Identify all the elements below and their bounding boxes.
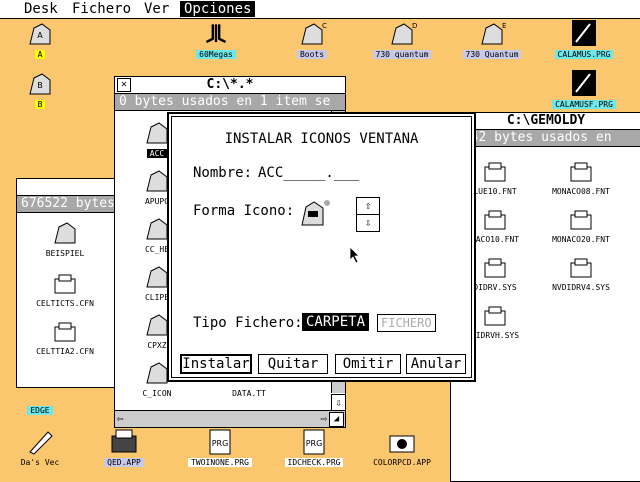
dasvec-label: Da's Vec	[20, 458, 60, 467]
arrow-down-icon[interactable]: ⇩	[356, 214, 380, 232]
nombre-label: Nombre:	[193, 165, 253, 181]
window-left-title[interactable]	[17, 179, 117, 196]
dasvec-icon[interactable]: Da's Vec	[0, 428, 80, 468]
calamusf-icon[interactable]: CALAMUSF.PRG	[544, 70, 624, 110]
window-mid-title[interactable]: C:\*.*	[115, 77, 345, 94]
menu-opciones[interactable]: Opciones	[180, 1, 256, 17]
colorpcd-icon[interactable]: COLORPCD.APP	[362, 428, 442, 468]
drive-a-icon[interactable]: A A	[0, 20, 80, 60]
instalar-button[interactable]: Instalar	[180, 354, 252, 374]
list-item[interactable]: MONACO08.FNT	[543, 159, 619, 199]
camera-icon	[389, 435, 415, 453]
forma-icono-label: Forma Icono:	[193, 203, 295, 219]
list-item[interactable]: MONACO20.FNT	[543, 207, 619, 247]
atari-logo-icon	[205, 24, 227, 44]
svg-text:A: A	[37, 31, 43, 40]
anular-button[interactable]: Anular	[406, 354, 466, 374]
svg-text:C: C	[322, 22, 327, 30]
window-right[interactable]: C:\GEMOLDY 8042 bytes usados en LUE10.FN…	[450, 112, 640, 482]
document-icon	[484, 162, 506, 182]
fichero-option[interactable]: FICHERO	[377, 314, 436, 332]
window-right-title[interactable]: C:\GEMOLDY	[451, 113, 640, 130]
drive-b-label: B	[34, 100, 46, 109]
window-left[interactable]: 676522 bytes BEISPIEL CELTICTS.CFN CELTT…	[16, 178, 118, 388]
svg-text:PRG: PRG	[212, 439, 229, 448]
list-item[interactable]: CELTICTS.CFN	[27, 271, 103, 311]
tipo-fichero-label: Tipo Fichero:	[193, 315, 303, 331]
window-right-info: 8042 bytes usados en	[451, 130, 640, 147]
menu-ver[interactable]: Ver	[140, 1, 173, 17]
program-icon: PRG	[303, 429, 325, 455]
carpeta-option[interactable]: CARPETA	[302, 313, 370, 331]
menu-bar: Desk Fichero Ver Opciones	[0, 0, 640, 19]
idcheck-label: IDCHECK.PRG	[284, 458, 344, 467]
qed-icon[interactable]: QED.APP	[84, 428, 164, 468]
resize-icon[interactable]: ◢	[329, 412, 344, 427]
menu-fichero[interactable]: Fichero	[68, 1, 135, 17]
drive-a-label: A	[34, 50, 46, 59]
calamus-app-icon	[572, 20, 596, 46]
atari-drive-label: 60Megas	[196, 50, 236, 59]
svg-text:PRG: PRG	[306, 439, 323, 448]
dialog-frame: INSTALAR ICONOS VENTANA Nombre: ACC_____…	[171, 116, 472, 378]
calamus-label: CALAMUS.PRG	[554, 50, 614, 59]
horizontal-scrollbar[interactable]: ⇦ ⇨ ◢	[115, 410, 345, 427]
window-mid-info: 0 bytes usados en 1 item se	[115, 94, 345, 111]
quitar-button[interactable]: Quitar	[258, 354, 328, 374]
qed-label: QED.APP	[104, 458, 144, 467]
document-icon	[570, 210, 592, 230]
scroll-down-icon[interactable]: ⇩	[331, 394, 345, 411]
dialog-title: INSTALAR ICONOS VENTANA	[224, 131, 419, 147]
drive-icon: C	[301, 22, 327, 45]
idcheck-icon[interactable]: PRG IDCHECK.PRG	[274, 428, 354, 468]
twoinone-icon[interactable]: PRG TWOINONE.PRG	[180, 428, 260, 468]
close-icon[interactable]: ✕	[117, 78, 131, 92]
document-icon	[570, 162, 592, 182]
svg-text:E: E	[502, 22, 506, 30]
list-item[interactable]: CELTTIA2.CFN	[27, 319, 103, 359]
drive-icon	[54, 222, 76, 244]
document-icon	[484, 258, 506, 278]
drive-icon: A	[29, 23, 51, 45]
calamusf-label: CALAMUSF.PRG	[552, 100, 616, 109]
svg-text:B: B	[37, 81, 43, 90]
drive-icon: D	[391, 22, 417, 45]
scroll-right-icon[interactable]: ⇨	[320, 411, 327, 427]
pen-tool-icon	[29, 431, 53, 455]
atari-drive-icon[interactable]: 60Megas	[176, 20, 256, 60]
drive-e-icon[interactable]: E 730 Quantum	[452, 20, 532, 60]
drive-c-icon[interactable]: C Boots	[272, 20, 352, 60]
typewriter-icon	[111, 429, 137, 453]
drive-b-icon[interactable]: B B	[0, 70, 80, 110]
calamus-icon[interactable]: CALAMUS.PRG	[544, 20, 624, 60]
menu-desk[interactable]: Desk	[20, 1, 62, 17]
edge-label: EDGE	[27, 406, 53, 415]
document-icon	[484, 210, 506, 230]
nombre-field[interactable]: ACC_____.___	[258, 165, 359, 181]
install-icons-dialog: INSTALAR ICONOS VENTANA Nombre: ACC_____…	[167, 112, 476, 382]
drive-d-label: 730 quantum	[372, 50, 432, 59]
scroll-left-icon[interactable]: ⇦	[117, 411, 124, 427]
twoinone-label: TWOINONE.PRG	[188, 458, 252, 467]
colorpcd-label: COLORPCD.APP	[373, 458, 431, 467]
program-icon: PRG	[209, 429, 231, 455]
drive-e-label: 730 Quantum	[462, 50, 522, 59]
window-left-info: 676522 bytes	[17, 196, 117, 213]
svg-text:D: D	[412, 22, 417, 30]
list-item[interactable]: BEISPIEL	[27, 221, 103, 261]
list-item[interactable]: NVDIDRV4.SYS	[543, 255, 619, 295]
document-icon	[484, 306, 506, 326]
mouse-pointer-icon	[349, 246, 360, 264]
drive-icon: B	[29, 73, 51, 95]
icon-shape-preview	[301, 200, 330, 226]
document-icon	[54, 274, 76, 294]
document-icon	[570, 258, 592, 278]
document-icon	[54, 322, 76, 342]
omitir-button[interactable]: Omitir	[335, 354, 401, 374]
calamusf-app-icon	[572, 70, 596, 96]
drive-c-label: Boots	[296, 50, 328, 59]
drive-d-icon[interactable]: D 730 quantum	[362, 20, 442, 60]
arrow-up-icon[interactable]: ⇧	[356, 197, 380, 215]
drive-icon: E	[481, 22, 506, 45]
